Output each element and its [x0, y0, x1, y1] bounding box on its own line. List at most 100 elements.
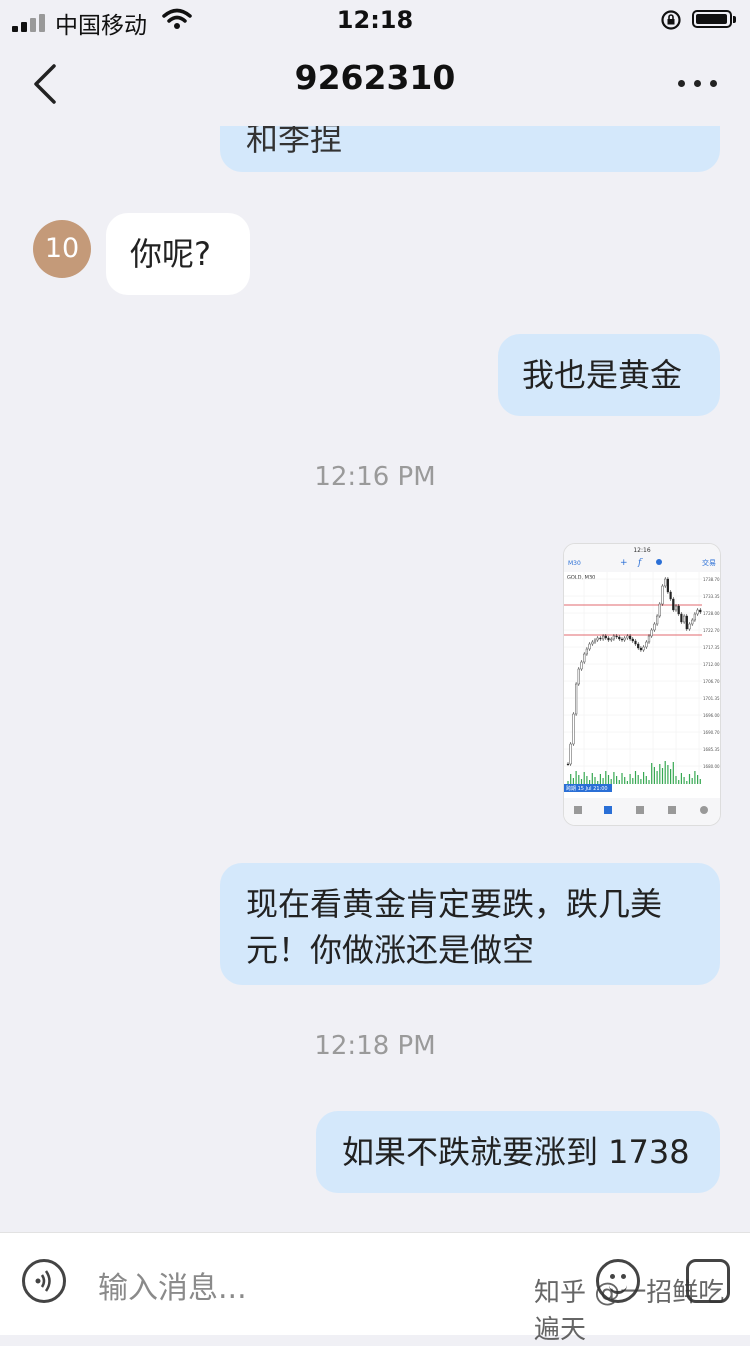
volume-bar: [597, 781, 599, 784]
volume-bar: [586, 776, 588, 784]
volume-bar: [670, 769, 672, 784]
volume-bar: [624, 777, 626, 784]
volume-bar: [605, 771, 607, 784]
time-cursor-label: 跨期 15 Jul 21:00: [566, 785, 608, 792]
candle-body: [615, 635, 618, 638]
volume-bar: [683, 777, 685, 784]
volume-bar: [645, 776, 647, 784]
volume-bar: [640, 779, 642, 784]
volume-bar: [626, 781, 628, 784]
volume-bar: [680, 773, 682, 784]
candle-body: [596, 637, 599, 641]
candle-body: [672, 598, 675, 611]
volume-bar: [686, 781, 688, 784]
message-input[interactable]: 输入消息...: [98, 1263, 247, 1307]
volume-bar: [688, 774, 691, 784]
candle-body: [680, 613, 683, 623]
avatar[interactable]: 10: [33, 220, 91, 278]
price-tick-label: 1701.35: [703, 696, 720, 701]
price-tick-label: 1738.70: [703, 577, 720, 582]
candle-body: [661, 585, 664, 605]
price-tick-label: 1690.70: [703, 730, 720, 735]
price-tick-label: 1706.70: [703, 679, 720, 684]
message-text: 和李捏: [246, 126, 343, 158]
candle-body: [612, 635, 615, 640]
candle-body: [645, 641, 648, 648]
chart-screenshot: 12:16 M30 + f 交易 GOLD, M30 1738.701733.3…: [564, 544, 720, 825]
volume-bar: [675, 776, 677, 784]
rotation-lock-icon: [661, 10, 681, 30]
candle-body: [655, 615, 659, 625]
candle-body: [637, 643, 640, 649]
volume-bar: [697, 775, 699, 784]
price-tick-label: 1717.35: [703, 645, 720, 650]
candle-body: [588, 643, 591, 650]
volume-bar: [699, 779, 701, 784]
candle-body: [574, 683, 578, 715]
more-options-icon[interactable]: [676, 72, 720, 96]
volume-bar: [589, 780, 591, 784]
candle-body: [628, 635, 632, 640]
volume-bar: [578, 775, 580, 784]
settings-tab-icon: [700, 806, 708, 814]
chart-tab-icon: [604, 806, 612, 814]
quotes-tab-icon: [574, 806, 582, 814]
trade-label: 交易: [702, 558, 716, 567]
volume-bar: [629, 774, 631, 784]
status-time: 12:18: [336, 6, 414, 34]
message-text: 你呢?: [130, 235, 211, 273]
price-tick-label: 1733.35: [703, 594, 720, 599]
crosshair-icon: +: [620, 558, 628, 568]
candle-body: [583, 653, 586, 663]
volume-bar: [607, 775, 610, 784]
candle-body: [639, 647, 642, 651]
chart-timeframe-label: M30: [568, 560, 581, 567]
candle-body: [699, 609, 702, 613]
volume-bar: [621, 773, 623, 784]
price-tick-label: 1680.00: [703, 764, 720, 769]
battery-icon: [692, 10, 736, 28]
candle-body: [677, 605, 680, 615]
volume-bar: [648, 780, 650, 784]
navigation-bar: 9262310: [0, 42, 750, 126]
history-tab-icon: [668, 806, 676, 814]
image-message[interactable]: 12:16 M30 + f 交易 GOLD, M30 1738.70 1733.3…: [563, 543, 721, 826]
message-text-line: 现在看黄金肯定要跌，跌几美: [246, 885, 663, 923]
candle-body: [647, 635, 651, 643]
candle-body: [572, 713, 575, 745]
candle-body: [669, 591, 672, 600]
candle-body: [569, 743, 572, 765]
candle-body: [593, 639, 597, 643]
volume-bar: [691, 778, 693, 784]
candle-body: [610, 638, 613, 641]
volume-bar: [599, 774, 601, 784]
candle-body: [631, 638, 634, 642]
volume-bar: [575, 771, 577, 784]
message-bubble: 你呢?: [106, 213, 250, 295]
volume-bar: [567, 781, 569, 784]
message-bubble: 和李捏: [220, 126, 720, 172]
candle-body: [682, 615, 686, 623]
candle-body: [642, 646, 645, 651]
chat-title: 9262310: [294, 58, 456, 97]
volume-bar: [602, 778, 604, 784]
volume-bar: [694, 771, 696, 784]
chat-list[interactable]: 和李捏 10 你呢? 我也是黄金 12:16 PM 12:16 M30 + f …: [0, 126, 750, 1232]
candle-body: [580, 661, 583, 670]
watermark: 知乎 @一招鲜吃遍天: [534, 1278, 725, 1345]
volume-bar: [634, 771, 637, 784]
volume-bar: [594, 777, 596, 784]
candle-body: [577, 668, 580, 685]
volume-bar: [610, 779, 612, 784]
candle-body: [693, 613, 696, 621]
volume-bar: [580, 779, 583, 784]
candle-body: [604, 635, 607, 639]
chart-symbol: GOLD, M30: [567, 575, 595, 581]
volume-bar: [637, 775, 639, 784]
volume-bar: [570, 774, 572, 784]
volume-bar: [613, 772, 615, 784]
volume-bar: [659, 764, 661, 784]
volume-bar: [667, 765, 669, 784]
voice-input-icon[interactable]: [22, 1259, 66, 1303]
candle-body: [674, 605, 678, 611]
